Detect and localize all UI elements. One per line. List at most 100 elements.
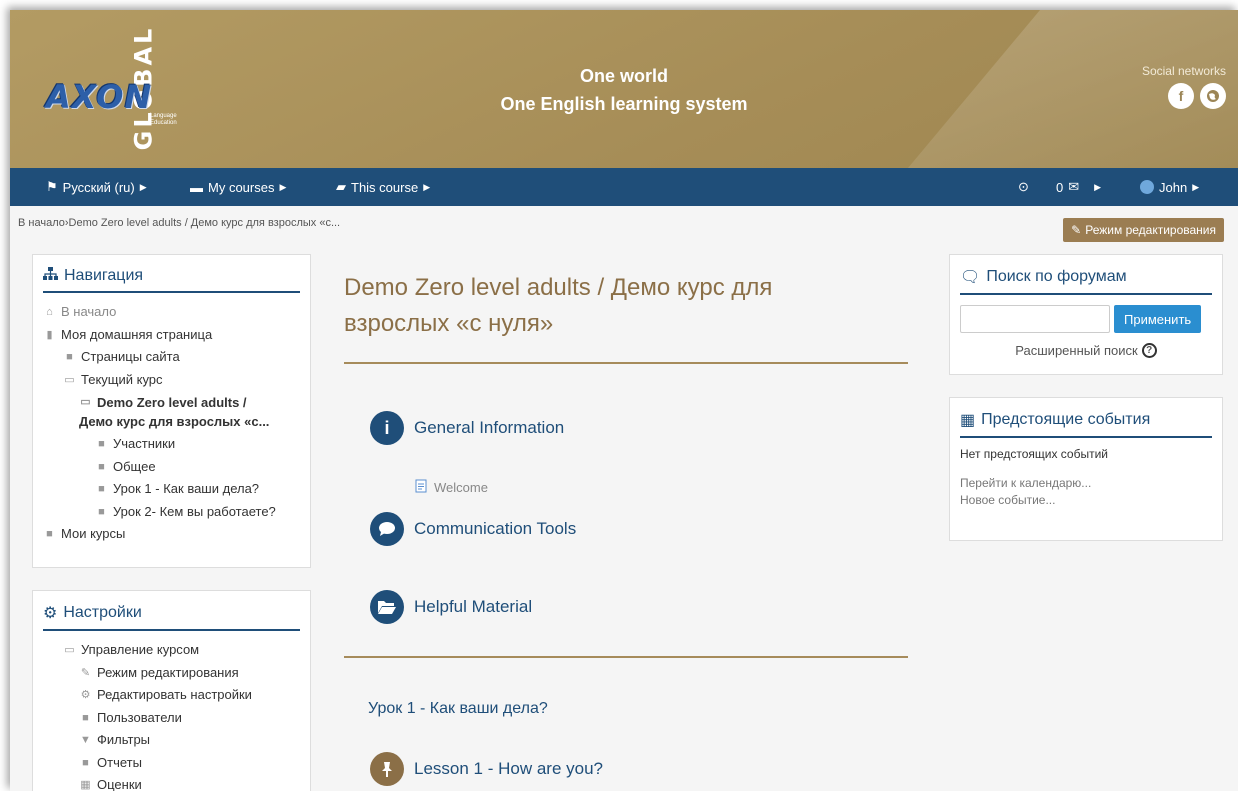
nav-tree-participants[interactable]: ■ Участники: [43, 433, 300, 456]
folder-icon: ■: [82, 711, 89, 724]
edit-icon: ✎: [1071, 223, 1082, 237]
forum-search-block: 🗨 Поиск по форумам Применить Расширенный…: [949, 254, 1223, 375]
settings-label: Отчеты: [97, 754, 142, 770]
events-title-text: Предстоящие события: [981, 411, 1151, 428]
nav-user-menu[interactable]: John ▶: [1140, 168, 1199, 206]
home-icon: ⌂: [46, 306, 53, 318]
forum-search-title-text: Поиск по форумам: [986, 268, 1127, 285]
site-header: GLOBAL AXON Language Education One world…: [10, 10, 1238, 168]
settings-block: ⚙ Настройки ▭ Управление курсом ✎ Режим ре…: [32, 590, 311, 791]
settings-grades[interactable]: ▦ Оценки: [43, 774, 300, 791]
folder-icon: ■: [82, 756, 89, 769]
nav-tree-site-pages[interactable]: ■ Страницы сайта: [43, 346, 300, 369]
activity-welcome[interactable]: Welcome: [414, 479, 488, 496]
folder-icon: ■: [98, 460, 105, 473]
nav-tree-current-course[interactable]: ▭ Текущий курс: [43, 369, 300, 392]
settings-course-admin[interactable]: ▭ Управление курсом: [43, 639, 300, 662]
section-general-information[interactable]: i General Information: [370, 411, 564, 445]
nav-tree-label: Общее: [113, 458, 156, 474]
nav-tree-label: Текущий курс: [81, 371, 163, 387]
nav-tree-label: Моя домашняя страница: [61, 326, 213, 342]
filter-icon: ▼: [80, 734, 91, 746]
lesson-section-title[interactable]: Урок 1 - Как ваши дела?: [368, 700, 548, 718]
forum-search-input[interactable]: [960, 305, 1110, 333]
folder-icon: ■: [98, 438, 105, 450]
nav-tree-label: В начало: [61, 304, 117, 319]
lesson-item[interactable]: Lesson 1 - How are you?: [370, 752, 603, 786]
lesson-item-label: Lesson 1 - How are you?: [414, 759, 603, 778]
caret-right-icon: ▶: [279, 181, 287, 192]
divider: [344, 362, 908, 364]
advanced-search-link[interactable]: Расширенный поиск ?: [950, 343, 1222, 358]
edit-mode-label: Режим редактирования: [1085, 223, 1216, 237]
nav-tree-general[interactable]: ■ Общее: [43, 456, 300, 479]
help-icon[interactable]: ?: [1141, 343, 1157, 358]
settings-edit-settings[interactable]: ⚙ Редактировать настройки: [43, 684, 300, 707]
main-navbar: ⚑ Русский (ru) ▶ ▬ My courses ▶ ▰ This c…: [10, 168, 1238, 206]
settings-users[interactable]: ■ Пользователи: [43, 707, 300, 730]
section-label: General Information: [414, 418, 565, 437]
nav-notifications[interactable]: ⊙: [1018, 168, 1029, 206]
nav-messages[interactable]: 0 ✉ ▶: [1056, 168, 1101, 206]
section-label: Communication Tools: [414, 519, 577, 538]
nav-my-courses[interactable]: ▬ My courses ▶: [190, 168, 286, 206]
folder-icon: ■: [66, 351, 73, 363]
user-icon: [1140, 180, 1154, 194]
social-networks-label: Social networks: [1141, 64, 1226, 78]
settings-label: Оценки: [97, 777, 142, 791]
caret-right-icon: ▶: [139, 181, 147, 192]
nav-user-label: John: [1159, 179, 1188, 195]
page-frame: GLOBAL AXON Language Education One world…: [10, 10, 1238, 791]
folder-icon: ■: [98, 505, 105, 518]
course-title-line2: взрослых «с нуля»: [344, 310, 554, 337]
settings-title-text: Настройки: [63, 604, 142, 621]
nav-my-courses-label: My courses: [208, 179, 275, 195]
divider: [344, 656, 908, 658]
settings-reports[interactable]: ■ Отчеты: [43, 752, 300, 775]
caret-right-icon: ▶: [1094, 181, 1102, 192]
page-icon: [414, 479, 428, 496]
calendar-icon: ▦: [960, 412, 976, 429]
breadcrumb: В начало›Demo Zero level adults / Демо к…: [18, 217, 340, 229]
header-tagline: One world One English learning system: [10, 62, 1238, 118]
nav-tree-my-courses[interactable]: ■ Мои курсы: [43, 523, 300, 546]
globe-icon[interactable]: [1200, 83, 1226, 109]
no-events-text: Нет предстоящих событий: [960, 447, 1109, 461]
forum-search-row: Применить: [950, 295, 1222, 333]
section-helpful-material[interactable]: Helpful Material: [370, 590, 532, 624]
apply-button[interactable]: Применить: [1114, 305, 1202, 333]
navigation-block: Навигация ⌂ В начало ▮ Моя домашняя страни…: [32, 254, 311, 568]
nav-language[interactable]: ⚑ Русский (ru) ▶: [46, 168, 147, 206]
tagline-line2: One English learning system: [500, 94, 748, 114]
nav-tree-home[interactable]: ⌂ В начало: [43, 301, 300, 324]
nav-tree-course-line2: Демо курс для взрослых «с...: [79, 414, 270, 429]
facebook-icon[interactable]: f: [1168, 83, 1194, 109]
nav-tree-course-line1: Demo Zero level adults /: [97, 395, 247, 410]
settings-label: Режим редактирования: [97, 664, 239, 680]
caret-right-icon: ▶: [1192, 181, 1200, 192]
goto-calendar-link[interactable]: Перейти к календарю...: [960, 475, 1212, 492]
edit-mode-button[interactable]: ✎ Режим редактирования: [1063, 218, 1224, 242]
envelope-icon: ✉: [1068, 179, 1080, 194]
settings-edit-mode[interactable]: ✎ Режим редактирования: [43, 662, 300, 685]
briefcase-icon: ▬: [190, 179, 203, 195]
breadcrumb-home[interactable]: В начало: [18, 217, 65, 229]
nav-tree-dashboard[interactable]: ▮ Моя домашняя страница: [43, 324, 300, 347]
nav-tree-lesson-1[interactable]: ■ Урок 1 - Как ваши дела?: [43, 478, 300, 501]
breadcrumb-current[interactable]: Demo Zero level adults / Демо курс для в…: [69, 217, 341, 229]
settings-tree: ▭ Управление курсом ✎ Режим редактирования…: [33, 631, 310, 791]
navigation-title-text: Навигация: [64, 267, 144, 284]
nav-this-course[interactable]: ▰ This course ▶: [336, 168, 430, 206]
section-communication-tools[interactable]: Communication Tools: [370, 512, 576, 546]
navigation-block-title: Навигация: [43, 267, 300, 293]
table-icon: ▦: [80, 779, 91, 791]
new-event-link[interactable]: Новое событие...: [960, 492, 1212, 509]
settings-label: Редактировать настройки: [97, 687, 252, 702]
nav-tree-lesson-2[interactable]: ■ Урок 2- Кем вы работаете?: [43, 501, 300, 524]
nav-language-label: Русский (ru): [62, 179, 135, 195]
events-block-title: ▦ Предстоящие события: [960, 410, 1212, 438]
settings-filters[interactable]: ▼ Фильтры: [43, 729, 300, 752]
folder-open-icon: [370, 590, 404, 624]
nav-tree-course[interactable]: ▭ Demo Zero level adults / Демо курс для …: [43, 391, 300, 433]
settings-block-title: ⚙ Настройки: [43, 603, 300, 631]
